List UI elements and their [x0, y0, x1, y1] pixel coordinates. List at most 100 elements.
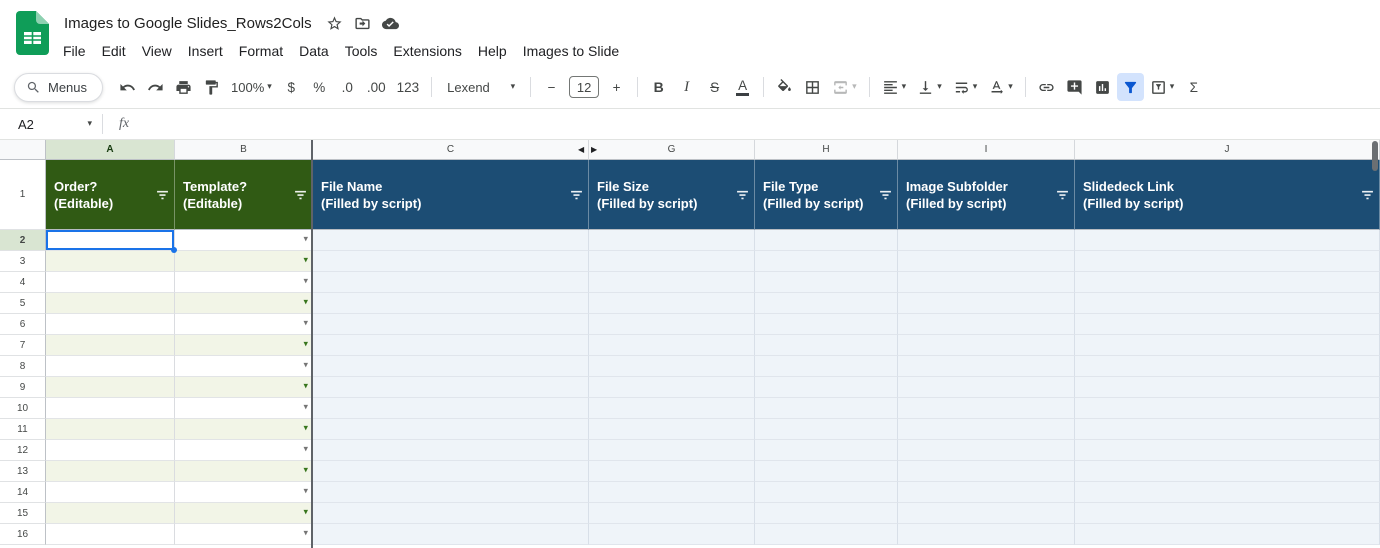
cell-J10[interactable]	[1075, 398, 1380, 419]
cell-A16[interactable]	[46, 524, 175, 545]
create-filter-button[interactable]	[1116, 73, 1144, 101]
cell-A15[interactable]	[46, 503, 175, 524]
cell-B14[interactable]: ▾	[175, 482, 313, 503]
name-box[interactable]: A2 ▾	[14, 117, 100, 132]
cell-C12[interactable]	[313, 440, 589, 461]
cell-J6[interactable]	[1075, 314, 1380, 335]
cell-J12[interactable]	[1075, 440, 1380, 461]
dropdown-arrow-icon[interactable]: ▾	[303, 235, 308, 245]
paint-format-button[interactable]	[198, 73, 225, 101]
column-header-H[interactable]: H	[755, 140, 898, 160]
cell-C14[interactable]	[313, 482, 589, 503]
cell-H4[interactable]	[755, 272, 898, 293]
cell-B12[interactable]: ▾	[175, 440, 313, 461]
document-title[interactable]: Images to Google Slides_Rows2Cols	[62, 13, 320, 34]
cell-B6[interactable]: ▾	[175, 314, 313, 335]
menu-data[interactable]: Data	[291, 40, 337, 62]
cell-G16[interactable]	[589, 524, 755, 545]
menu-edit[interactable]: Edit	[94, 40, 134, 62]
text-rotation-button[interactable]: ▾	[983, 73, 1018, 101]
cell-C16[interactable]	[313, 524, 589, 545]
cell-J2[interactable]	[1075, 230, 1380, 251]
cell-C3[interactable]	[313, 251, 589, 272]
decrease-font-size-button[interactable]: −	[538, 73, 565, 101]
cell-J4[interactable]	[1075, 272, 1380, 293]
cell-I14[interactable]	[898, 482, 1075, 503]
column-header-A[interactable]: A	[46, 140, 175, 160]
cell-A7[interactable]	[46, 335, 175, 356]
cell-A13[interactable]	[46, 461, 175, 482]
cell-G5[interactable]	[589, 293, 755, 314]
column-header-B[interactable]: B	[175, 140, 313, 160]
cell-J13[interactable]	[1075, 461, 1380, 482]
menu-format[interactable]: Format	[231, 40, 291, 62]
increase-font-size-button[interactable]: +	[603, 73, 630, 101]
cell-I3[interactable]	[898, 251, 1075, 272]
cell-H3[interactable]	[755, 251, 898, 272]
dropdown-arrow-icon[interactable]: ▾	[303, 424, 308, 434]
cell-B7[interactable]: ▾	[175, 335, 313, 356]
cell-G9[interactable]	[589, 377, 755, 398]
cell-I10[interactable]	[898, 398, 1075, 419]
scrollbar-thumb[interactable]	[1372, 141, 1378, 171]
font-family-select[interactable]: Lexend ▾	[439, 73, 523, 101]
cell-G10[interactable]	[589, 398, 755, 419]
cell-A9[interactable]	[46, 377, 175, 398]
dropdown-arrow-icon[interactable]: ▾	[303, 361, 308, 371]
cell-I4[interactable]	[898, 272, 1075, 293]
menu-file[interactable]: File	[55, 40, 94, 62]
cell-B13[interactable]: ▾	[175, 461, 313, 482]
insert-link-button[interactable]	[1033, 73, 1060, 101]
horizontal-align-button[interactable]: ▾	[877, 73, 912, 101]
header-cell-A1[interactable]: Order? (Editable)	[46, 160, 175, 230]
dropdown-arrow-icon[interactable]: ▾	[303, 319, 308, 329]
search-menus-button[interactable]: Menus	[14, 72, 104, 102]
cell-H6[interactable]	[755, 314, 898, 335]
cell-H16[interactable]	[755, 524, 898, 545]
menu-help[interactable]: Help	[470, 40, 515, 62]
cell-H5[interactable]	[755, 293, 898, 314]
column-header-I[interactable]: I	[898, 140, 1075, 160]
menu-extensions[interactable]: Extensions	[385, 40, 469, 62]
filter-button-icon[interactable]	[294, 188, 307, 201]
cell-G4[interactable]	[589, 272, 755, 293]
row-header-8[interactable]: 8	[0, 356, 46, 377]
header-cell-I1[interactable]: Image Subfolder (Filled by script)	[898, 160, 1075, 230]
print-button[interactable]	[170, 73, 197, 101]
cell-J16[interactable]	[1075, 524, 1380, 545]
filter-button-icon[interactable]	[156, 188, 169, 201]
cell-I7[interactable]	[898, 335, 1075, 356]
row-header-15[interactable]: 15	[0, 503, 46, 524]
header-cell-G1[interactable]: File Size (Filled by script)	[589, 160, 755, 230]
row-header-11[interactable]: 11	[0, 419, 46, 440]
column-header-G[interactable]: G	[589, 140, 755, 160]
row-header-6[interactable]: 6	[0, 314, 46, 335]
cell-I5[interactable]	[898, 293, 1075, 314]
cell-B3[interactable]: ▾	[175, 251, 313, 272]
cell-H15[interactable]	[755, 503, 898, 524]
cell-J15[interactable]	[1075, 503, 1380, 524]
cell-J11[interactable]	[1075, 419, 1380, 440]
cell-I15[interactable]	[898, 503, 1075, 524]
cell-B2[interactable]: ▾	[175, 230, 313, 251]
cell-C11[interactable]	[313, 419, 589, 440]
filter-button-icon[interactable]	[1056, 188, 1069, 201]
header-cell-H1[interactable]: File Type (Filled by script)	[755, 160, 898, 230]
cell-B5[interactable]: ▾	[175, 293, 313, 314]
cell-H9[interactable]	[755, 377, 898, 398]
cell-J7[interactable]	[1075, 335, 1380, 356]
header-cell-C1[interactable]: File Name (Filled by script)	[313, 160, 589, 230]
font-size-input[interactable]: 12	[569, 76, 600, 98]
percent-format-button[interactable]: %	[306, 73, 333, 101]
cell-G7[interactable]	[589, 335, 755, 356]
cell-A5[interactable]	[46, 293, 175, 314]
cell-C15[interactable]	[313, 503, 589, 524]
cell-A12[interactable]	[46, 440, 175, 461]
bold-button[interactable]: B	[645, 73, 672, 101]
dropdown-arrow-icon[interactable]: ▾	[303, 277, 308, 287]
select-all-corner[interactable]	[0, 140, 46, 160]
cloud-saved-icon[interactable]	[378, 10, 404, 36]
undo-button[interactable]	[114, 73, 141, 101]
cell-H13[interactable]	[755, 461, 898, 482]
row-header-9[interactable]: 9	[0, 377, 46, 398]
